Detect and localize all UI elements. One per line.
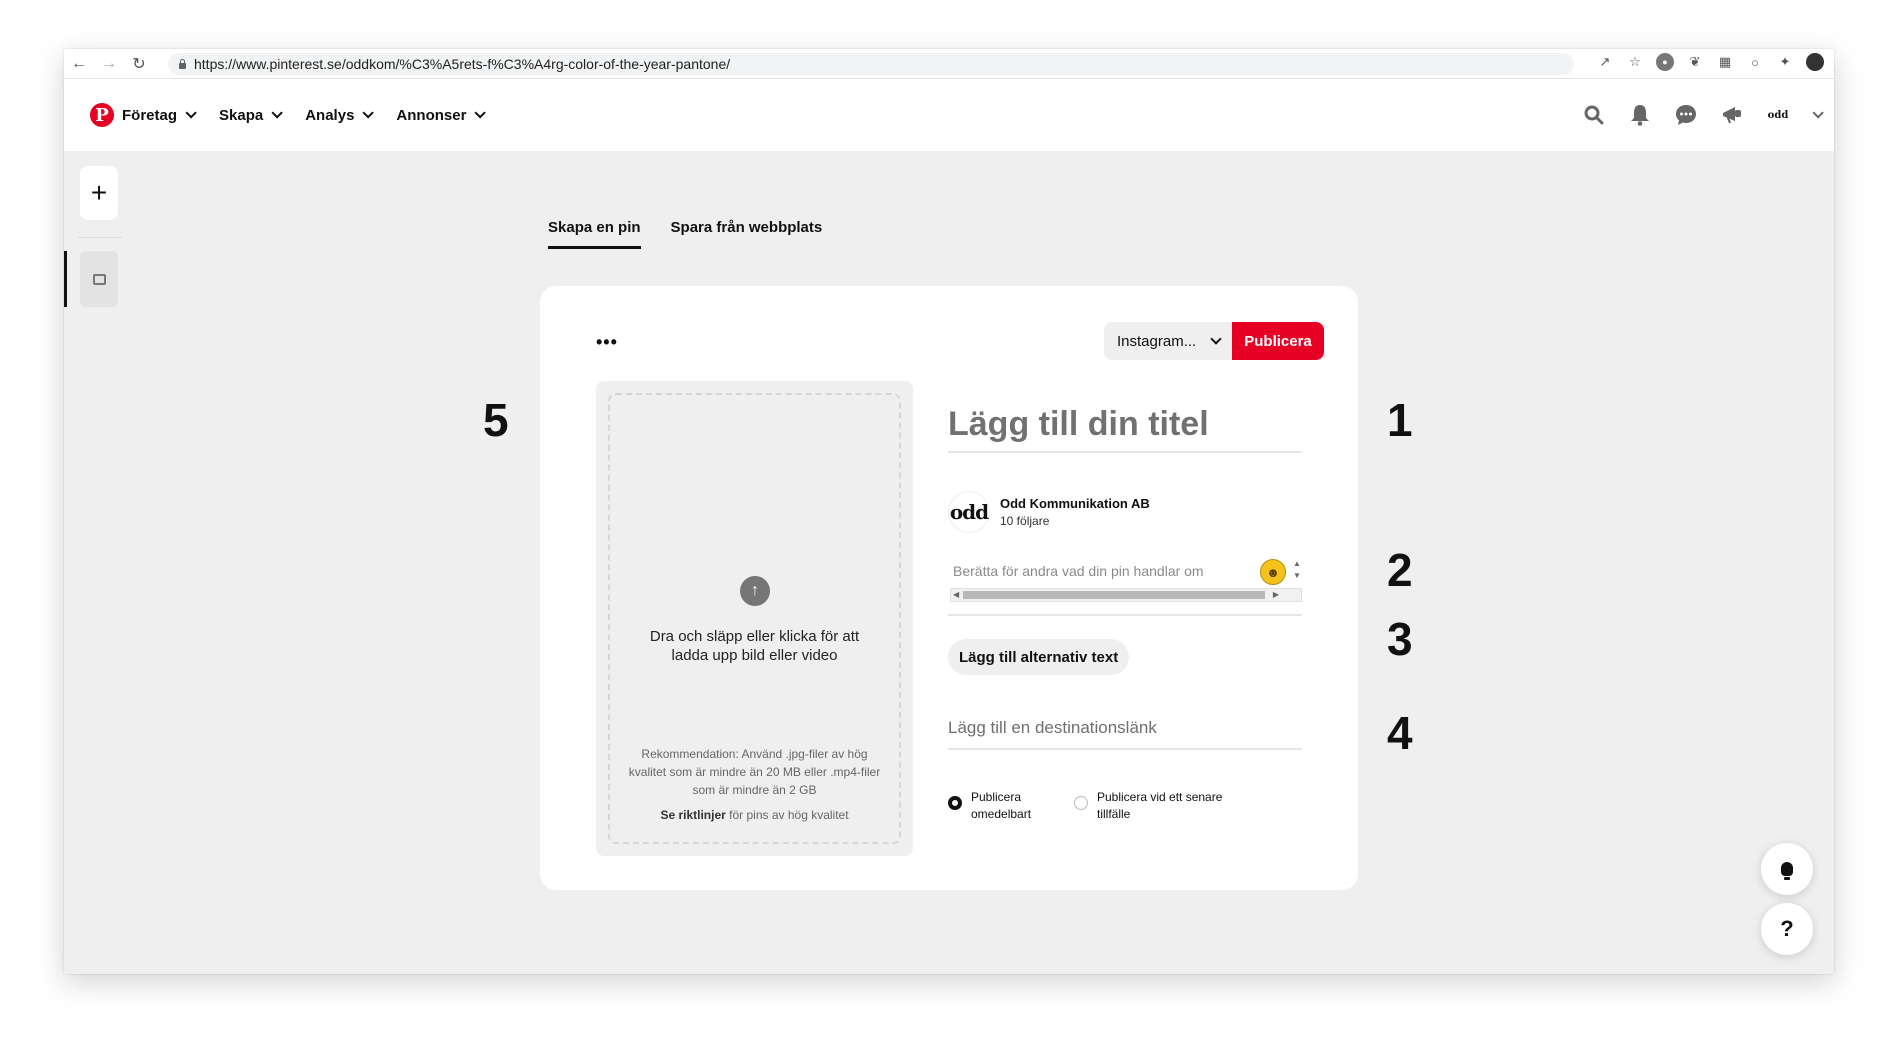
top-navigation: P Företag Skapa Analys Annonser odd: [64, 79, 1834, 151]
board-select-value: Instagram...: [1117, 332, 1197, 350]
puzzle-icon[interactable]: ✦: [1776, 53, 1794, 71]
chevron-down-icon: [271, 107, 283, 119]
radio-selected[interactable]: [948, 796, 962, 810]
radio-unselected[interactable]: [1074, 796, 1088, 810]
menu-analys[interactable]: Analys: [305, 106, 375, 124]
tab-spara-fran-webbplats[interactable]: Spara från webbplats: [671, 219, 823, 249]
extension-icon[interactable]: ▦: [1716, 53, 1734, 71]
chevron-down-icon: [185, 107, 197, 119]
chat-icon[interactable]: [1674, 103, 1698, 127]
profile-avatar-icon[interactable]: [1806, 53, 1824, 71]
upload-arrow-icon: ↑: [740, 576, 770, 606]
pinterest-logo-icon[interactable]: P: [90, 103, 114, 127]
chevron-down-icon: [474, 107, 487, 119]
browser-toolbar: ← → ↻ https://www.pinterest.se/oddkom/%C…: [64, 49, 1834, 79]
annotation-4: 4: [1387, 707, 1413, 759]
upload-guidelines: Se riktlinjer för pins av hög kvalitet: [616, 808, 893, 822]
pin-builder-card: ••• Instagram... Publicera ↑ Dra och slä…: [540, 286, 1358, 890]
annotation-5: 5: [483, 394, 509, 446]
menu-annonser[interactable]: Annonser: [396, 106, 487, 124]
rail-active-indicator: [64, 251, 67, 307]
address-bar[interactable]: https://www.pinterest.se/oddkom/%C3%A5re…: [168, 53, 1574, 75]
rail-divider: [78, 237, 122, 238]
share-icon[interactable]: ↗: [1596, 53, 1614, 71]
guidelines-link[interactable]: Se riktlinjer: [660, 808, 725, 822]
search-icon[interactable]: [1582, 103, 1606, 127]
tab-skapa-en-pin[interactable]: Skapa en pin: [548, 219, 641, 249]
emoji-picker-icon[interactable]: ☻: [1260, 559, 1286, 585]
menu-foretag-label: Företag: [122, 106, 178, 124]
forward-arrow-icon[interactable]: →: [94, 49, 124, 79]
pin-description-field[interactable]: Berätta för andra vad din pin handlar om…: [948, 558, 1302, 616]
upload-instruction: Dra och släpp eller klicka för att ladda…: [649, 628, 860, 664]
extension-icon[interactable]: ○: [1746, 53, 1764, 71]
url-text: https://www.pinterest.se/oddkom/%C3%A5re…: [194, 56, 731, 72]
reload-icon[interactable]: ↻: [124, 49, 154, 79]
menu-annonser-label: Annonser: [396, 106, 467, 124]
chevron-down-icon: [1210, 333, 1222, 345]
lock-icon: [178, 59, 187, 69]
annotation-2: 2: [1387, 544, 1413, 596]
profile-name: Odd Kommunikation AB: [1000, 496, 1150, 511]
publish-later-option[interactable]: Publicera vid ett senare tillfälle: [1074, 789, 1237, 823]
scrollbar-thumb[interactable]: [963, 591, 1265, 599]
menu-analys-label: Analys: [305, 106, 355, 124]
top-navigation-right: odd: [1582, 79, 1824, 151]
menu-foretag[interactable]: Företag: [122, 106, 197, 124]
back-arrow-icon[interactable]: ←: [64, 49, 94, 79]
browser-window: ← → ↻ https://www.pinterest.se/oddkom/%C…: [64, 49, 1834, 974]
annotation-3: 3: [1387, 613, 1413, 665]
media-upload-area[interactable]: ↑ Dra och släpp eller klicka för att lad…: [596, 381, 913, 856]
account-chevron-down-icon[interactable]: [1812, 107, 1824, 119]
menu-skapa[interactable]: Skapa: [219, 106, 283, 124]
guidelines-text: för pins av hög kvalitet: [725, 808, 849, 822]
help-button[interactable]: ?: [1761, 903, 1813, 955]
create-new-button[interactable]: +: [80, 166, 118, 220]
chevron-down-icon: [362, 107, 375, 119]
upload-recommendation: Rekommendation: Använd .jpg-filer av hög…: [628, 747, 881, 797]
image-icon: [92, 273, 106, 285]
create-tabs: Skapa en pin Spara från webbplats: [548, 219, 822, 249]
destination-link-input[interactable]: Lägg till en destinationslänk: [948, 708, 1302, 750]
follower-count: 10 följare: [1000, 514, 1050, 528]
bell-icon[interactable]: [1628, 103, 1652, 127]
annotation-1: 1: [1387, 394, 1413, 446]
tips-button[interactable]: [1761, 843, 1813, 895]
more-options-button[interactable]: •••: [596, 332, 618, 353]
publish-button[interactable]: Publicera: [1232, 322, 1324, 360]
description-placeholder: Berätta för andra vad din pin handlar om: [953, 563, 1204, 579]
extension-icon[interactable]: ●: [1656, 53, 1674, 71]
megaphone-icon[interactable]: [1720, 103, 1744, 127]
board-select[interactable]: Instagram...: [1104, 322, 1232, 360]
scroll-right-icon[interactable]: ▶: [1273, 589, 1279, 601]
lightbulb-icon: [1781, 862, 1793, 880]
pin-title-input[interactable]: Lägg till din titel: [948, 398, 1302, 453]
publish-now-label: Publicera omedelbart: [971, 790, 1032, 821]
star-icon[interactable]: ☆: [1626, 53, 1644, 71]
add-alt-text-button[interactable]: Lägg till alternativ text: [948, 639, 1130, 675]
draft-image-thumbnail[interactable]: [80, 251, 118, 307]
scroll-left-icon[interactable]: ◀: [953, 589, 959, 601]
account-logo[interactable]: odd: [1766, 103, 1790, 127]
publish-later-label: Publicera vid ett senare tillfälle: [1097, 790, 1223, 821]
publish-now-option[interactable]: Publicera omedelbart: [948, 789, 1051, 823]
profile-info: odd Odd Kommunikation AB 10 följare: [948, 491, 1150, 533]
menu-skapa-label: Skapa: [219, 106, 264, 124]
extension-icons: ↗ ☆ ● ❦ ▦ ○ ✦: [1596, 53, 1824, 71]
horizontal-scrollbar[interactable]: ◀ ▶: [950, 588, 1302, 602]
avatar: odd: [948, 491, 990, 533]
scroll-arrows-icon[interactable]: ▲ ▼: [1292, 558, 1302, 586]
evernote-icon[interactable]: ❦: [1686, 53, 1704, 71]
